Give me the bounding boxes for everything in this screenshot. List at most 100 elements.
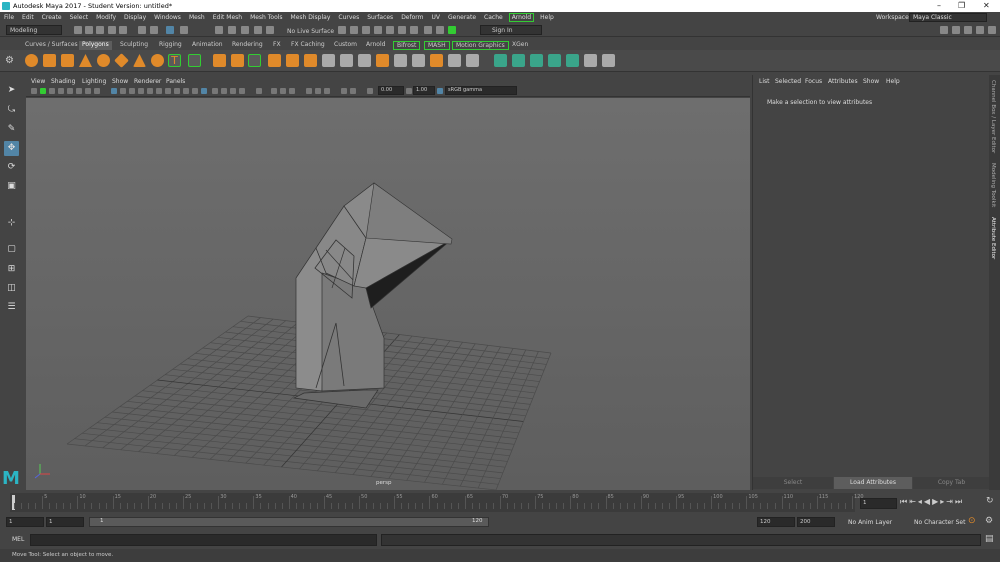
smooth-shade-icon[interactable] <box>120 88 126 94</box>
wireframe-on-shaded-icon[interactable] <box>129 88 135 94</box>
attribute-editor-toggle-icon[interactable] <box>952 26 960 34</box>
move-tool-icon[interactable]: ✥ <box>4 141 19 156</box>
redo-icon[interactable] <box>119 26 127 34</box>
save-scene-icon[interactable] <box>96 26 104 34</box>
anim-end-field[interactable]: 200 <box>797 517 835 527</box>
bridge-icon[interactable] <box>340 54 353 67</box>
multisample-aa-icon[interactable] <box>230 88 236 94</box>
lights-icon[interactable] <box>315 88 321 94</box>
backface-culling-icon[interactable] <box>192 88 198 94</box>
combine-icon[interactable] <box>213 54 226 67</box>
tool-settings-toggle-icon[interactable] <box>964 26 972 34</box>
shelf-tab-custom[interactable]: Custom <box>331 41 360 48</box>
hud-icon[interactable] <box>256 88 262 94</box>
spherical-uv-icon[interactable] <box>548 54 561 67</box>
mode-dropdown[interactable]: Modeling <box>6 25 62 35</box>
minimize-button[interactable]: – <box>937 1 941 10</box>
select-camera-icon[interactable] <box>31 88 37 94</box>
menu-generate[interactable]: Generate <box>444 14 480 21</box>
snap-view-icon[interactable] <box>241 26 249 34</box>
construction-history-icon[interactable] <box>338 26 346 34</box>
bevel-icon[interactable] <box>358 54 371 67</box>
render-frame-icon[interactable] <box>362 26 370 34</box>
tab-attribute-editor[interactable]: Attribute Editor <box>990 217 996 259</box>
grid-toggle-icon[interactable] <box>67 88 73 94</box>
poly-cube-icon[interactable] <box>43 54 56 67</box>
xray-joints-icon[interactable] <box>174 88 180 94</box>
shelf-tab-rigging[interactable]: Rigging <box>156 41 185 48</box>
go-to-end-icon[interactable]: ⏭ <box>955 497 964 506</box>
xray-active-icon[interactable] <box>183 88 189 94</box>
poly-type-icon[interactable]: T <box>168 54 181 67</box>
ae-menu-show[interactable]: Show <box>863 78 879 85</box>
play-forward-icon[interactable]: ▶ <box>932 497 940 506</box>
render-settings-icon[interactable] <box>386 26 394 34</box>
bevel-edges-icon[interactable] <box>376 54 389 67</box>
paint-select-tool-icon[interactable]: ✎ <box>4 122 19 137</box>
anim-layer-label[interactable]: No Anim Layer <box>848 519 892 526</box>
insert-edge-loop-icon[interactable] <box>430 54 443 67</box>
time-ruler[interactable]: 5 10 15 20 25 30 35 40 45 50 55 60 65 70 75 80 85 90 95 100… <box>10 493 864 512</box>
menu-create[interactable]: Create <box>38 14 66 21</box>
resolution-gate-icon[interactable] <box>85 88 91 94</box>
extrude-icon[interactable] <box>322 54 335 67</box>
snap-magnet-icon[interactable] <box>266 26 274 34</box>
film-gate-icon[interactable] <box>76 88 82 94</box>
poly-sphere-icon[interactable] <box>25 54 38 67</box>
perspective-viewport[interactable]: persp <box>26 98 750 490</box>
poly-cone-icon[interactable] <box>79 54 92 67</box>
textured-icon[interactable] <box>138 88 144 94</box>
ae-select-button[interactable]: Select <box>753 477 833 489</box>
shelf-tab-rendering[interactable]: Rendering <box>229 41 266 48</box>
select-object-icon[interactable] <box>150 26 158 34</box>
shelf-tab-bifrost[interactable]: Bifrost <box>393 41 421 50</box>
render-view-icon[interactable] <box>350 26 358 34</box>
transfer-attributes-icon[interactable] <box>602 54 615 67</box>
four-view-layout-icon[interactable]: ⊞ <box>4 262 19 277</box>
shelf-tab-fx-caching[interactable]: FX Caching <box>288 41 328 48</box>
exposure-toggle-icon[interactable] <box>350 88 356 94</box>
animation-preferences-icon[interactable]: ↻ <box>986 496 998 508</box>
sign-in-dropdown[interactable]: Sign In <box>480 25 542 35</box>
character-set-label[interactable]: No Character Set <box>914 519 965 526</box>
xray-icon[interactable] <box>165 88 171 94</box>
gate-mask-icon[interactable] <box>94 88 100 94</box>
shelf-tab-arnold[interactable]: Arnold <box>363 41 388 48</box>
menu-edit[interactable]: Edit <box>18 14 38 21</box>
shelf-tab-curves-surfaces[interactable]: Curves / Surfaces <box>22 41 81 48</box>
menu-cache[interactable]: Cache <box>480 14 507 21</box>
playback-preferences-icon[interactable]: ⚙ <box>985 516 993 526</box>
separate-icon[interactable] <box>231 54 244 67</box>
snap-surface-icon[interactable] <box>254 26 262 34</box>
motion-blur-icon[interactable] <box>221 88 227 94</box>
play-backward-icon[interactable]: ◀ <box>924 497 932 506</box>
go-to-start-icon[interactable]: ⏮ <box>900 497 909 506</box>
workspace-dropdown[interactable]: Maya Classic <box>909 13 987 22</box>
undo-icon[interactable] <box>108 26 116 34</box>
color-management-icon[interactable] <box>437 88 443 94</box>
ae-menu-selected[interactable]: Selected <box>775 78 801 85</box>
shadows-toggle-icon[interactable] <box>324 88 330 94</box>
menu-file[interactable]: File <box>0 14 18 21</box>
poly-disc-icon[interactable] <box>151 54 164 67</box>
cylindrical-uv-icon[interactable] <box>530 54 543 67</box>
menu-deform[interactable]: Deform <box>397 14 427 21</box>
viewport-canvas[interactable] <box>26 98 750 490</box>
maximize-button[interactable]: ❐ <box>958 1 965 10</box>
show-manipulator-icon[interactable]: ⊹ <box>4 216 19 231</box>
use-all-lights-icon[interactable] <box>147 88 153 94</box>
auto-key-icon[interactable]: ⊙ <box>968 516 976 526</box>
menu-curves[interactable]: Curves <box>334 14 363 21</box>
vp-menu-view[interactable]: View <box>31 78 45 85</box>
ae-load-attributes-button[interactable]: Load Attributes <box>834 477 912 489</box>
smooth-icon[interactable] <box>286 54 299 67</box>
poly-svg-icon[interactable] <box>188 54 201 67</box>
arnold-render-icon[interactable] <box>410 26 418 34</box>
quad-draw-icon[interactable] <box>466 54 479 67</box>
poly-torus-icon[interactable] <box>97 54 110 67</box>
vp-menu-shading[interactable]: Shading <box>51 78 75 85</box>
multi-cut-icon[interactable] <box>394 54 407 67</box>
select-component-icon[interactable] <box>166 26 174 34</box>
channel-box-toggle-icon[interactable] <box>976 26 984 34</box>
snap-curve-icon[interactable] <box>215 26 223 34</box>
